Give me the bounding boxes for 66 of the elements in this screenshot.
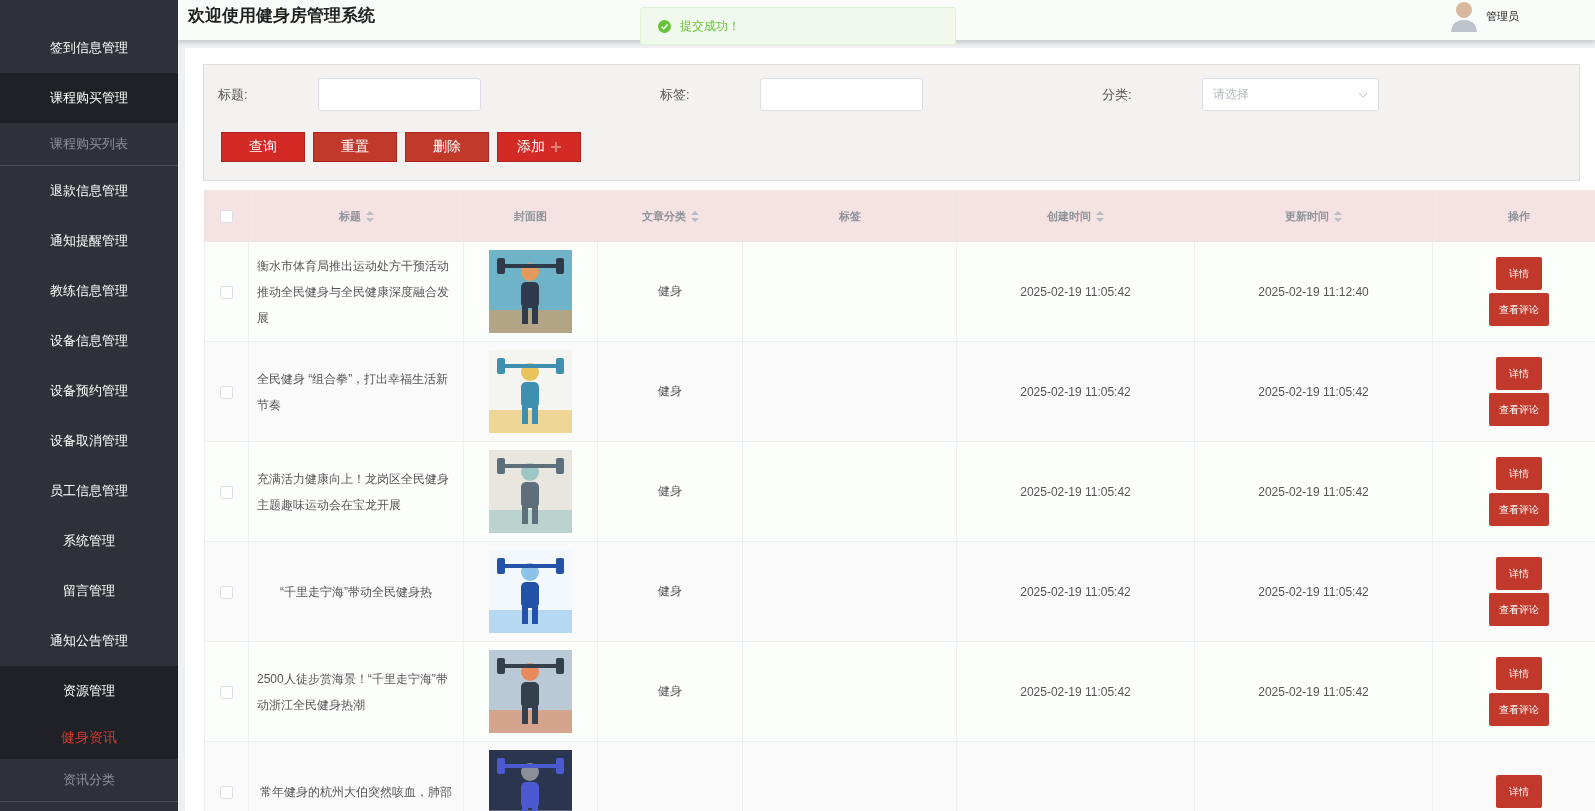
comments-button[interactable]: 查看评论 <box>1488 593 1549 626</box>
table-cell: 健身 <box>658 684 682 698</box>
action-button[interactable]: 重置 <box>313 132 397 162</box>
details-button[interactable]: 详情 <box>1495 457 1542 490</box>
menu-item[interactable]: 资源管理 <box>0 666 178 716</box>
plus-icon <box>551 142 561 152</box>
user-name[interactable]: 管理员 <box>1486 8 1519 24</box>
details-button[interactable]: 详情 <box>1495 357 1542 390</box>
table-cell-text: 全民健身 “组合拳”，打出幸福生活新节奏 <box>257 370 450 414</box>
table-cell: 健身 <box>658 284 682 298</box>
input-field[interactable] <box>760 78 923 111</box>
table-cell: 2025-02-19 11:05:42 <box>1020 384 1131 399</box>
details-button[interactable]: 详情 <box>1495 257 1542 290</box>
comments-button[interactable]: 查看评论 <box>1488 693 1549 726</box>
column-header: 封面图 <box>514 209 547 222</box>
checkbox[interactable] <box>220 485 233 499</box>
table-cell: 2025-02-19 11:12:40 <box>1258 284 1369 299</box>
success-icon <box>658 19 671 33</box>
chevron-down-icon <box>1358 91 1368 98</box>
checkbox[interactable] <box>220 385 233 399</box>
details-button[interactable]: 详情 <box>1495 657 1542 690</box>
table-cell-text: 衡水市体育局推出运动处方干预活动推动全民健身与全民健康深度融合发展 <box>257 257 450 327</box>
table-cell: 2025-02-19 11:05:42 <box>1020 684 1131 699</box>
page-title: 欢迎使用健身房管理系统 <box>188 4 375 27</box>
sort-icon[interactable] <box>1334 211 1342 223</box>
table-cell-text: “千里走宁海”带动全民健身热 <box>280 583 432 601</box>
table-cell-text: 2500人徒步赏海景！“千里走宁海”带动浙江全民健身热潮 <box>257 670 449 714</box>
column-header: 标签 <box>838 209 861 222</box>
toast-message: 提交成功！ <box>680 17 740 35</box>
table-cell: 2025-02-19 11:05:42 <box>1258 484 1369 499</box>
table-cell-text: 常年健身的杭州大伯突然咳血，肺部 <box>260 783 452 801</box>
add-button[interactable]: 添加 <box>497 132 581 162</box>
checkbox[interactable] <box>220 785 233 799</box>
table-cell: 健身 <box>658 484 682 498</box>
column-header: 操作 <box>1507 209 1530 222</box>
avatar-icon <box>1450 0 1478 32</box>
table-cell: 2025-02-19 11:05:42 <box>1020 284 1131 299</box>
field-label: 标签: <box>660 85 691 104</box>
checkbox[interactable] <box>220 685 233 699</box>
comments-button[interactable]: 查看评论 <box>1488 393 1549 426</box>
field-label: 标题: <box>218 85 249 104</box>
field-label: 分类: <box>1102 85 1133 104</box>
table-cell: 2025-02-19 11:05:42 <box>1020 584 1131 599</box>
table-cell: 2025-02-19 11:05:42 <box>1258 684 1369 699</box>
details-button[interactable]: 详情 <box>1495 557 1542 590</box>
sort-icon[interactable] <box>1096 211 1104 223</box>
table-cell: 健身 <box>658 384 682 398</box>
checkbox[interactable] <box>220 585 233 599</box>
action-button[interactable]: 查询 <box>221 132 305 162</box>
input-field[interactable] <box>318 78 481 111</box>
comments-button[interactable]: 查看评论 <box>1488 293 1549 326</box>
checkbox[interactable] <box>220 209 233 223</box>
table-cell: 2025-02-19 11:05:42 <box>1258 384 1369 399</box>
checkbox[interactable] <box>220 285 233 299</box>
sort-icon[interactable] <box>690 211 699 223</box>
menu-item[interactable]: 课程购买管理 <box>0 73 178 123</box>
table-cell: 2025-02-19 11:05:42 <box>1258 584 1369 599</box>
table-cell: 健身 <box>658 584 682 598</box>
placeholder: 请选择 <box>1213 86 1249 103</box>
comments-button[interactable]: 查看评论 <box>1488 493 1549 526</box>
details-button[interactable]: 详情 <box>1495 775 1542 808</box>
action-button[interactable]: 删除 <box>405 132 489 162</box>
sort-icon[interactable] <box>365 211 374 223</box>
table-cell-text: 充满活力健康向上！龙岗区全民健身主题趣味运动会在宝龙开展 <box>257 470 450 514</box>
menu-item[interactable]: 健身资讯 <box>0 716 178 759</box>
table-cell: 2025-02-19 11:05:42 <box>1020 484 1131 499</box>
